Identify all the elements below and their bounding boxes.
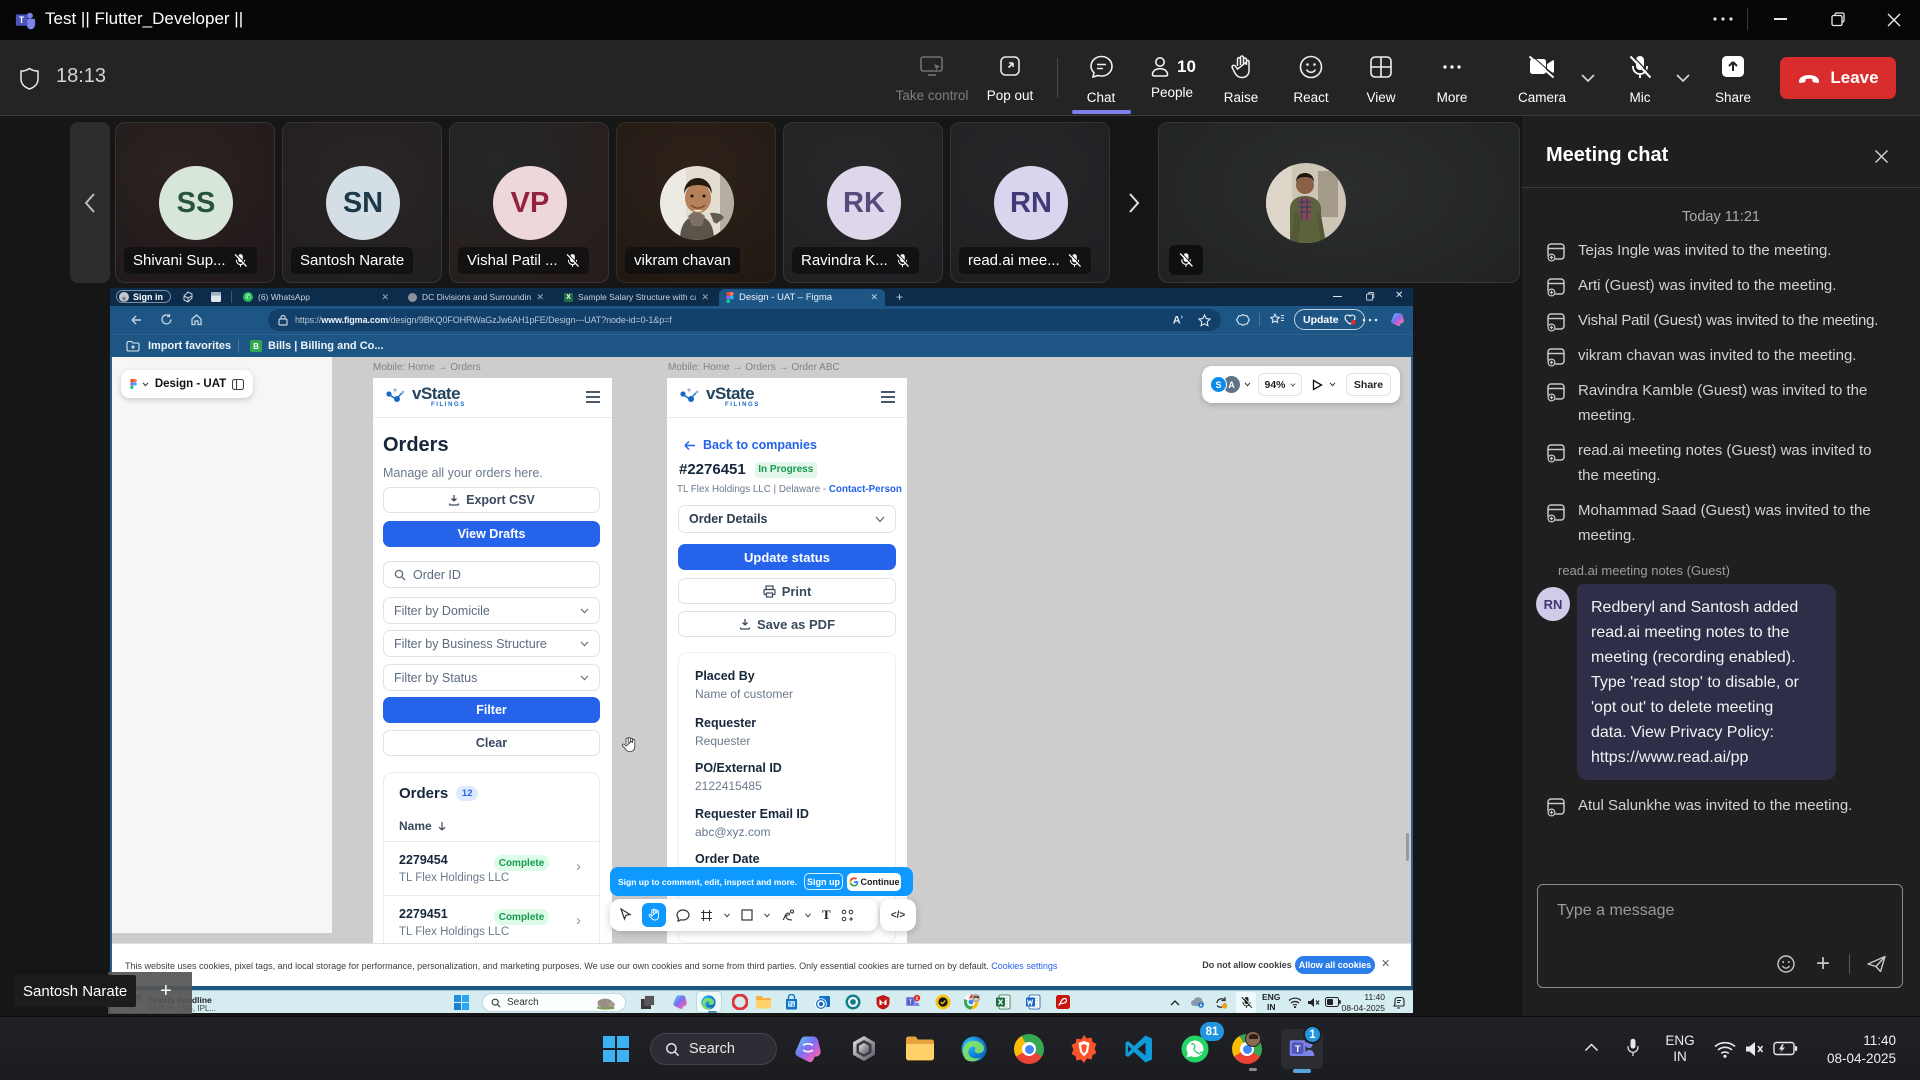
svg-text:T: T — [19, 15, 25, 25]
svg-text:2: 2 — [916, 996, 919, 1002]
svg-text:T: T — [1295, 1044, 1301, 1055]
